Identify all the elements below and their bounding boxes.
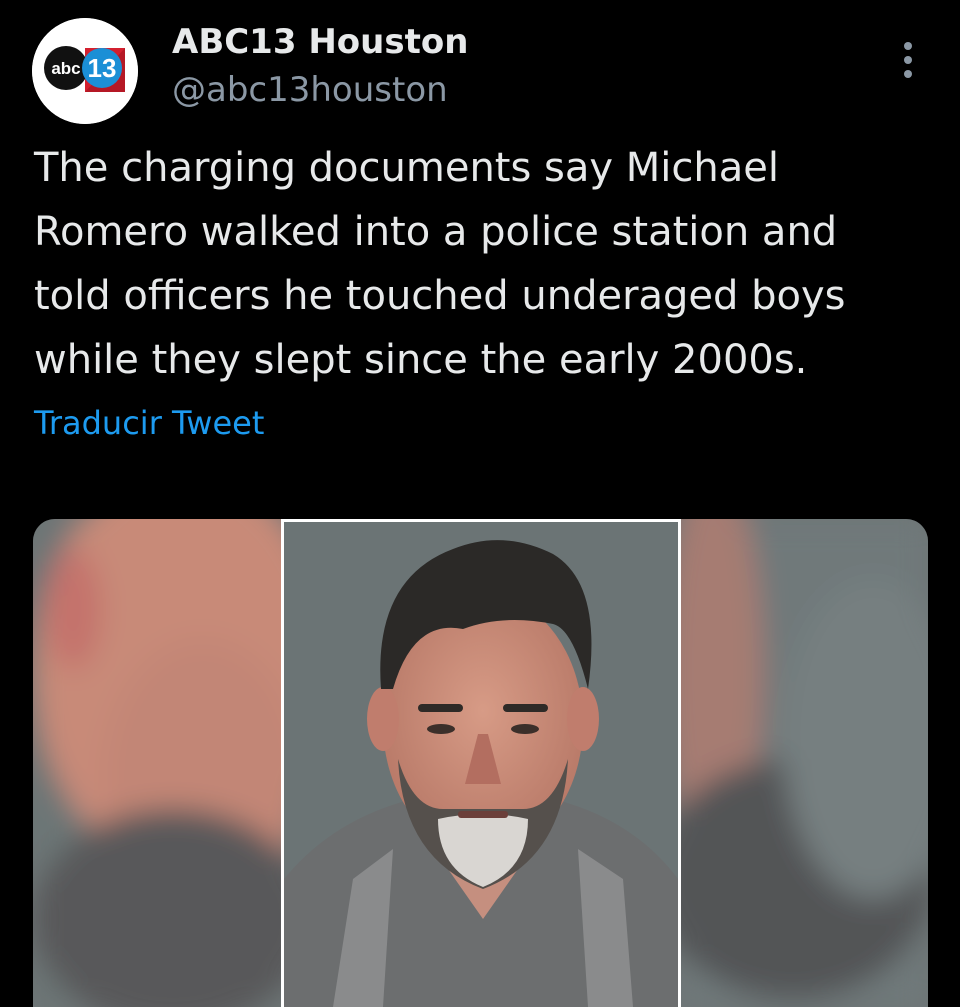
avatar[interactable]: abc 13 bbox=[32, 18, 138, 124]
svg-text:13: 13 bbox=[88, 53, 117, 83]
translate-tweet-link[interactable]: Traducir Tweet bbox=[34, 404, 264, 442]
tweet-text-line: while they slept since the early 2000s. bbox=[34, 337, 808, 383]
abc13-logo-icon: abc 13 bbox=[32, 18, 138, 124]
tweet-text: The charging documents say Michael Romer… bbox=[34, 136, 934, 392]
mugshot-photo bbox=[33, 519, 928, 1007]
more-options-button[interactable] bbox=[888, 38, 928, 82]
mugshot-center bbox=[281, 519, 681, 1007]
svg-text:abc: abc bbox=[51, 59, 80, 78]
tweet-text-line: Romero walked into a police station and bbox=[34, 209, 838, 255]
display-name[interactable]: ABC13 Houston bbox=[172, 22, 468, 62]
tweet-text-line: The charging documents say Michael bbox=[34, 145, 779, 191]
tweet-card: abc 13 ABC13 Houston @abc13houston The c… bbox=[0, 0, 960, 1007]
tweet-media[interactable] bbox=[33, 519, 928, 1007]
user-handle[interactable]: @abc13houston bbox=[172, 70, 448, 110]
more-vertical-icon bbox=[904, 42, 912, 78]
tweet-text-line: told officers he touched underaged boys bbox=[34, 273, 846, 319]
blurred-backdrop-right bbox=[653, 519, 928, 1007]
